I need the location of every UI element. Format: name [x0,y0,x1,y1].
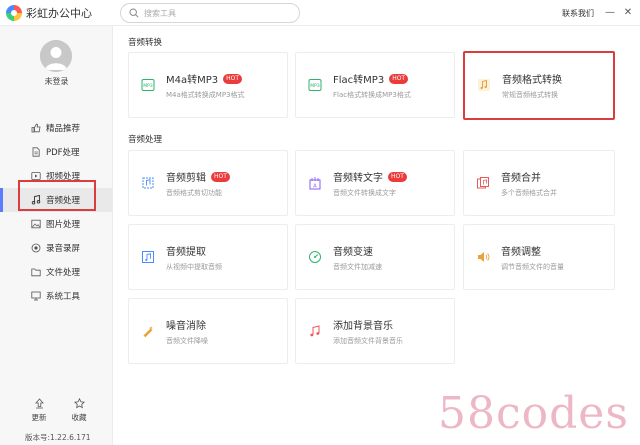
minimize-button[interactable]: — [604,5,616,19]
audio-to-text-icon: A [309,177,321,190]
record-icon [31,243,41,253]
tool-card-audio-cut[interactable]: 音频剪辑 HOT 音频格式剪切功能 [128,150,288,216]
hot-badge: HOT [389,73,409,84]
card-title: 音频转文字 [333,173,383,184]
login-status[interactable]: 未登录 [0,76,113,87]
sidebar-selection-highlight [18,180,96,211]
card-title: M4a转MP3 [166,75,219,86]
card-title: 音频变速 [333,247,373,258]
card-description: 常规音频格式转换 [502,91,558,99]
search-icon [129,8,139,18]
flac-convert-icon: MP3 [308,79,322,91]
sidebar-item-recommended[interactable]: 精品推荐 [0,116,113,140]
sidebar-nav: 精品推荐 PDF处理 视频处理 音频处理 图片处理 录音录屏 文件处理 系统工具 [0,116,113,308]
rainbow-logo-icon [6,5,22,21]
noise-remove-icon [143,326,153,338]
title-bar: 彩虹办公中心 联系我们 — ✕ [0,0,640,26]
card-description: 多个音频格式合并 [501,189,557,197]
version-text: 版本号:1.22.6.171 [25,433,91,442]
folder-icon [31,268,41,277]
audio-extract-icon [142,251,154,263]
avatar[interactable] [40,40,72,72]
m4a-convert-icon: MP3 [141,79,155,91]
contact-us-link[interactable]: 联系我们 [562,8,594,19]
card-description: 音频文件转换成文字 [333,189,396,197]
tool-card-audio-format-convert[interactable]: 音频格式转换 常规音频格式转换 [463,51,615,120]
tool-card-noise-remove[interactable]: 噪音消除 音频文件降噪 [128,298,288,364]
tool-card-m4a-to-mp3[interactable]: MP3 M4a转MP3 HOT M4a格式转换成MP3格式 [128,52,288,118]
card-title: 噪音消除 [166,321,206,332]
audio-format-icon [478,79,490,91]
card-description: 音频格式剪切功能 [166,189,222,197]
hot-badge: HOT [211,171,230,182]
tool-card-flac-to-mp3[interactable]: MP3 Flac转MP3 HOT Flac格式转换成MP3格式 [295,52,455,118]
svg-text:A: A [313,184,317,190]
tool-card-audio-extract[interactable]: 音频提取 从视频中提取音频 [128,224,288,290]
card-title: 音频格式转换 [502,75,562,86]
card-title: 音频调整 [501,247,541,258]
card-description: 添加音频文件背景音乐 [333,337,403,345]
tool-card-audio-speed[interactable]: 音频变速 音频文件加减速 [295,224,455,290]
audio-merge-icon [477,177,489,189]
tool-card-audio-merge[interactable]: 音频合并 多个音频格式合并 [463,150,615,216]
sidebar-item-pdf[interactable]: PDF处理 [0,140,113,164]
close-button[interactable]: ✕ [622,5,634,19]
sidebar-item-system[interactable]: 系统工具 [0,284,113,308]
sidebar: 未登录 精品推荐 PDF处理 视频处理 音频处理 图片处理 录音录屏 文件处理 [0,26,113,445]
tool-card-add-bgm[interactable]: 添加背景音乐 添加音频文件背景音乐 [295,298,455,364]
document-icon [32,147,40,157]
image-icon [31,219,41,229]
sidebar-item-file[interactable]: 文件处理 [0,260,113,284]
card-description: 音频文件加减速 [333,263,382,271]
card-description: 音频文件降噪 [166,337,208,345]
tool-card-audio-volume[interactable]: 音频调整 调节音频文件的音量 [463,224,615,290]
card-description: 调节音频文件的音量 [501,263,564,271]
audio-speed-icon [309,251,321,263]
app-title: 彩虹办公中心 [26,7,92,20]
card-description: M4a格式转换成MP3格式 [166,91,245,99]
audio-volume-icon [478,252,490,262]
monitor-icon [31,291,41,301]
card-description: 从视频中提取音频 [166,263,222,271]
search-box[interactable] [120,3,300,23]
card-description: Flac格式转换成MP3格式 [333,91,411,99]
search-input[interactable] [144,8,284,18]
hot-badge: HOT [388,171,407,182]
section-title-audio-convert: 音频转换 [128,38,163,48]
sidebar-item-record[interactable]: 录音录屏 [0,236,113,260]
card-title: 添加背景音乐 [333,321,393,332]
svg-text:MP3: MP3 [310,83,320,89]
update-label: 更新 [31,413,47,422]
thumbs-up-icon [31,123,41,133]
app-logo: 彩虹办公中心 [6,5,92,21]
user-avatar-icon [40,40,72,72]
update-icon [34,398,44,409]
section-title-audio-process: 音频处理 [128,135,163,145]
card-title: 音频提取 [166,247,206,258]
star-icon [73,398,85,409]
tool-card-audio-to-text[interactable]: A 音频转文字 HOT 音频文件转换成文字 [295,150,455,216]
audio-cut-icon [142,177,154,189]
bgm-add-icon [310,325,320,337]
update-button[interactable]: 更新 [28,398,50,423]
sidebar-item-image[interactable]: 图片处理 [0,212,113,236]
card-title: Flac转MP3 [333,75,385,86]
favorites-button[interactable]: 收藏 [68,398,90,423]
watermark-text: 58codes [438,388,629,439]
hot-badge: HOT [223,73,243,84]
favorites-label: 收藏 [71,413,87,422]
card-title: 音频合并 [501,173,541,184]
card-title: 音频剪辑 [166,173,206,184]
svg-text:MP3: MP3 [143,83,153,89]
